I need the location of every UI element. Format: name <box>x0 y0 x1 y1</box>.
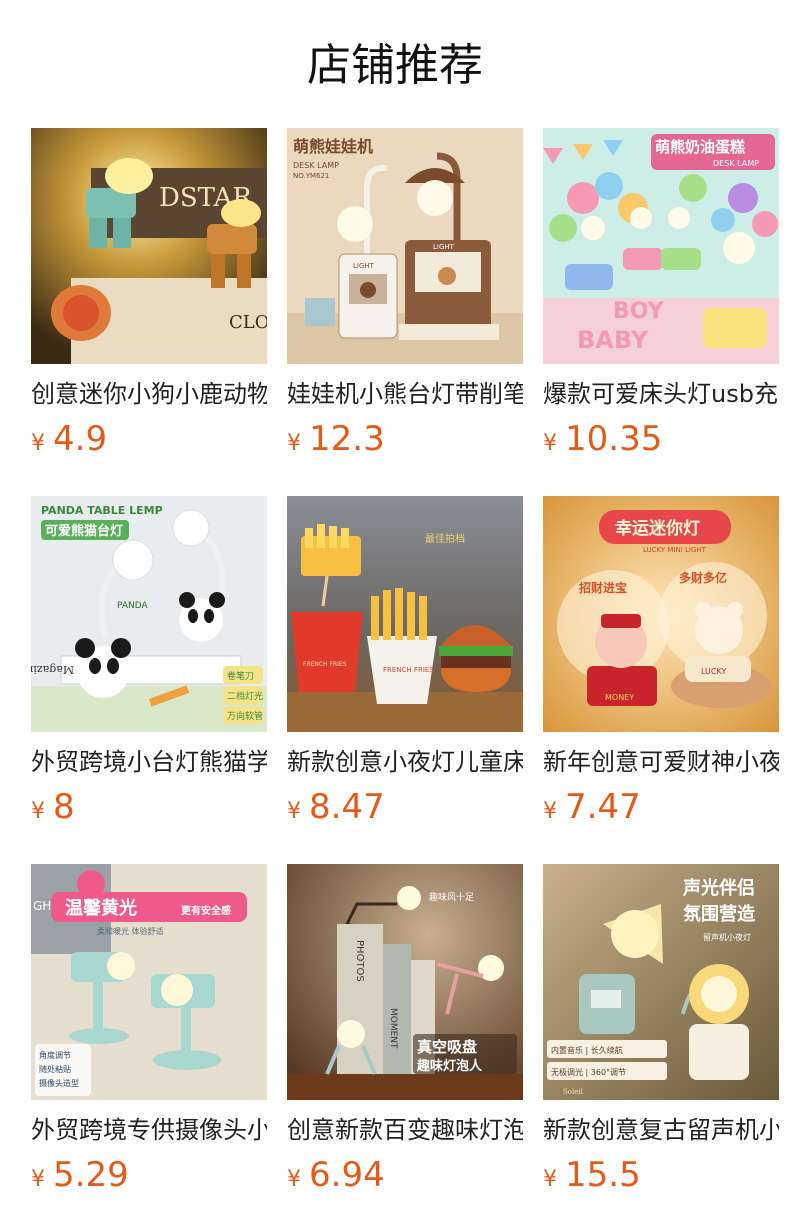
svg-text:LUCKY MINI LIGHT: LUCKY MINI LIGHT <box>643 546 707 554</box>
product-price: ¥7.47 <box>543 787 779 827</box>
svg-text:温馨黄光: 温馨黄光 <box>65 897 137 919</box>
svg-text:萌熊娃娃机: 萌熊娃娃机 <box>293 137 373 156</box>
product-card[interactable]: 趣味风十足 PHOTOS MOMENT 真空吸盘 趣味灯泡人 创意新款百变趣味灯… <box>287 864 523 1195</box>
svg-text:NO.YM621: NO.YM621 <box>293 172 329 180</box>
page-title: 店铺推荐 <box>307 40 483 91</box>
deer-dog-lamp-image[interactable]: DSTAR CLOTH <box>31 128 267 364</box>
currency-symbol: ¥ <box>287 431 301 456</box>
svg-text:趣味灯泡人: 趣味灯泡人 <box>416 1058 483 1074</box>
svg-text:DESK LAMP: DESK LAMP <box>713 159 759 168</box>
currency-symbol: ¥ <box>543 799 557 824</box>
svg-text:Soleil: Soleil <box>563 1088 584 1096</box>
svg-text:真空吸盘: 真空吸盘 <box>417 1038 477 1056</box>
price-value: 12.3 <box>309 419 385 459</box>
svg-text:摄像头造型: 摄像头造型 <box>39 1078 79 1088</box>
product-card[interactable]: DSTAR CLOTH 创意迷你小狗小鹿动物台灯 ¥4.9 <box>31 128 267 459</box>
svg-text:万向软管: 万向软管 <box>227 710 263 722</box>
svg-text:趣味风十足: 趣味风十足 <box>429 891 474 903</box>
claw-machine-lamp-image[interactable]: 萌熊娃娃机 DESK LAMP NO.YM621 LIGHT LIGHT <box>287 128 523 364</box>
product-name[interactable]: 创意迷你小狗小鹿动物台灯 <box>31 379 267 409</box>
camera-lamp-image[interactable]: GHTI 温馨黄光 更有安全感 柔和暖光 体验舒适 角度调节 随处粘贴 摄像头造… <box>31 864 267 1100</box>
svg-text:角度调节: 角度调节 <box>39 1050 71 1060</box>
product-grid: DSTAR CLOTH 创意迷你小狗小鹿动物台灯 ¥4.9 <box>31 128 790 1195</box>
gramophone-lamp-image[interactable]: 声光伴侣 氛围营造 留声机小夜灯 内置音乐 | 长久续航 无极调光 | 360°… <box>543 864 779 1100</box>
svg-text:MOMENT: MOMENT <box>388 1008 398 1049</box>
product-card[interactable]: PANDA TABLE LEMP 可爱熊猫台灯 Fashion Magazine… <box>31 496 267 827</box>
product-name[interactable]: 外贸跨境小台灯熊猫学生 <box>31 747 267 777</box>
svg-text:二档灯光: 二档灯光 <box>227 690 263 702</box>
product-price: ¥12.3 <box>287 419 523 459</box>
price-value: 5.29 <box>53 1155 129 1195</box>
svg-text:LIGHT: LIGHT <box>433 243 455 251</box>
svg-text:FRENCH FRIES: FRENCH FRIES <box>303 661 347 668</box>
product-name[interactable]: 新年创意可爱财神小夜灯 <box>543 747 779 777</box>
product-price: ¥10.35 <box>543 419 779 459</box>
price-value: 15.5 <box>565 1155 641 1195</box>
product-card[interactable]: 幸运迷你灯 LUCKY MINI LIGHT 招财进宝 多财多亿 MONEY L… <box>543 496 779 827</box>
svg-text:PHOTOS: PHOTOS <box>354 940 365 982</box>
currency-symbol: ¥ <box>543 431 557 456</box>
cake-lamp-image[interactable]: 萌熊奶油蛋糕 DESK LAMP BOY BABY <box>543 128 779 364</box>
product-price: ¥6.94 <box>287 1155 523 1195</box>
currency-symbol: ¥ <box>287 1167 301 1192</box>
svg-text:声光伴侣: 声光伴侣 <box>682 877 755 899</box>
product-name[interactable]: 爆款可爱床头灯usb充电 <box>543 379 779 409</box>
product-price: ¥8.47 <box>287 787 523 827</box>
product-price: ¥5.29 <box>31 1155 267 1195</box>
svg-text:随处粘贴: 随处粘贴 <box>39 1064 71 1074</box>
fries-burger-lamp-image[interactable]: 最佳拍档 FRENCH FRIES FRENCH FRIES <box>287 496 523 732</box>
svg-text:PANDA TABLE LEMP: PANDA TABLE LEMP <box>41 504 163 517</box>
svg-text:FRENCH FRIES: FRENCH FRIES <box>383 666 434 674</box>
product-card[interactable]: 声光伴侣 氛围营造 留声机小夜灯 内置音乐 | 长久续航 无极调光 | 360°… <box>543 864 779 1195</box>
product-name[interactable]: 新款创意小夜灯儿童床头 <box>287 747 523 777</box>
svg-text:萌熊奶油蛋糕: 萌熊奶油蛋糕 <box>655 138 745 156</box>
svg-text:BOY: BOY <box>613 299 665 324</box>
currency-symbol: ¥ <box>31 799 45 824</box>
svg-text:CLOTH: CLOTH <box>229 312 267 333</box>
svg-text:卷笔刀: 卷笔刀 <box>227 670 254 682</box>
price-value: 7.47 <box>565 787 641 827</box>
svg-text:氛围营造: 氛围营造 <box>683 903 755 925</box>
svg-text:DESK LAMP: DESK LAMP <box>293 161 339 170</box>
panda-lamp-image[interactable]: PANDA TABLE LEMP 可爱熊猫台灯 Fashion Magazine… <box>31 496 267 732</box>
svg-text:幸运迷你灯: 幸运迷你灯 <box>615 518 700 539</box>
svg-text:LIGHT: LIGHT <box>353 262 375 270</box>
svg-text:更有安全感: 更有安全感 <box>181 904 231 917</box>
product-card[interactable]: 萌熊奶油蛋糕 DESK LAMP BOY BABY 爆款可爱床头灯usb充电 ¥… <box>543 128 779 459</box>
svg-text:LUCKY: LUCKY <box>701 667 726 676</box>
price-value: 8.47 <box>309 787 385 827</box>
currency-symbol: ¥ <box>31 1167 45 1192</box>
svg-text:MONEY: MONEY <box>605 693 634 702</box>
product-name[interactable]: 创意新款百变趣味灯泡人 <box>287 1115 523 1145</box>
price-value: 8 <box>53 787 75 827</box>
price-value: 4.9 <box>53 419 108 459</box>
svg-text:最佳拍档: 最佳拍档 <box>425 532 465 545</box>
currency-symbol: ¥ <box>31 431 45 456</box>
svg-text:留声机小夜灯: 留声机小夜灯 <box>703 932 751 942</box>
price-value: 10.35 <box>565 419 663 459</box>
svg-text:BABY: BABY <box>577 326 649 354</box>
svg-text:柔和暖光 体验舒适: 柔和暖光 体验舒适 <box>97 926 164 936</box>
svg-text:多财多亿: 多财多亿 <box>679 570 727 585</box>
svg-text:可爱熊猫台灯: 可爱熊猫台灯 <box>45 523 123 539</box>
product-price: ¥4.9 <box>31 419 267 459</box>
svg-text:招财进宝: 招财进宝 <box>579 580 627 595</box>
currency-symbol: ¥ <box>543 1167 557 1192</box>
lucky-lamp-image[interactable]: 幸运迷你灯 LUCKY MINI LIGHT 招财进宝 多财多亿 MONEY L… <box>543 496 779 732</box>
product-price: ¥8 <box>31 787 267 827</box>
svg-text:无极调光 | 360°调节: 无极调光 | 360°调节 <box>551 1067 626 1077</box>
product-card[interactable]: GHTI 温馨黄光 更有安全感 柔和暖光 体验舒适 角度调节 随处粘贴 摄像头造… <box>31 864 267 1195</box>
product-name[interactable]: 外贸跨境专供摄像头小夜灯 <box>31 1115 267 1145</box>
product-name[interactable]: 新款创意复古留声机小夜灯 <box>543 1115 779 1145</box>
product-card[interactable]: 萌熊娃娃机 DESK LAMP NO.YM621 LIGHT LIGHT 娃娃机… <box>287 128 523 459</box>
svg-text:内置音乐 | 长久续航: 内置音乐 | 长久续航 <box>551 1045 623 1055</box>
product-card[interactable]: 最佳拍档 FRENCH FRIES FRENCH FRIES 新款创意小夜灯儿童… <box>287 496 523 827</box>
product-price: ¥15.5 <box>543 1155 779 1195</box>
currency-symbol: ¥ <box>287 799 301 824</box>
price-value: 6.94 <box>309 1155 385 1195</box>
product-name[interactable]: 娃娃机小熊台灯带削笔刀 <box>287 379 523 409</box>
svg-text:PANDA: PANDA <box>117 601 149 611</box>
bulb-man-lamp-image[interactable]: 趣味风十足 PHOTOS MOMENT 真空吸盘 趣味灯泡人 <box>287 864 523 1100</box>
